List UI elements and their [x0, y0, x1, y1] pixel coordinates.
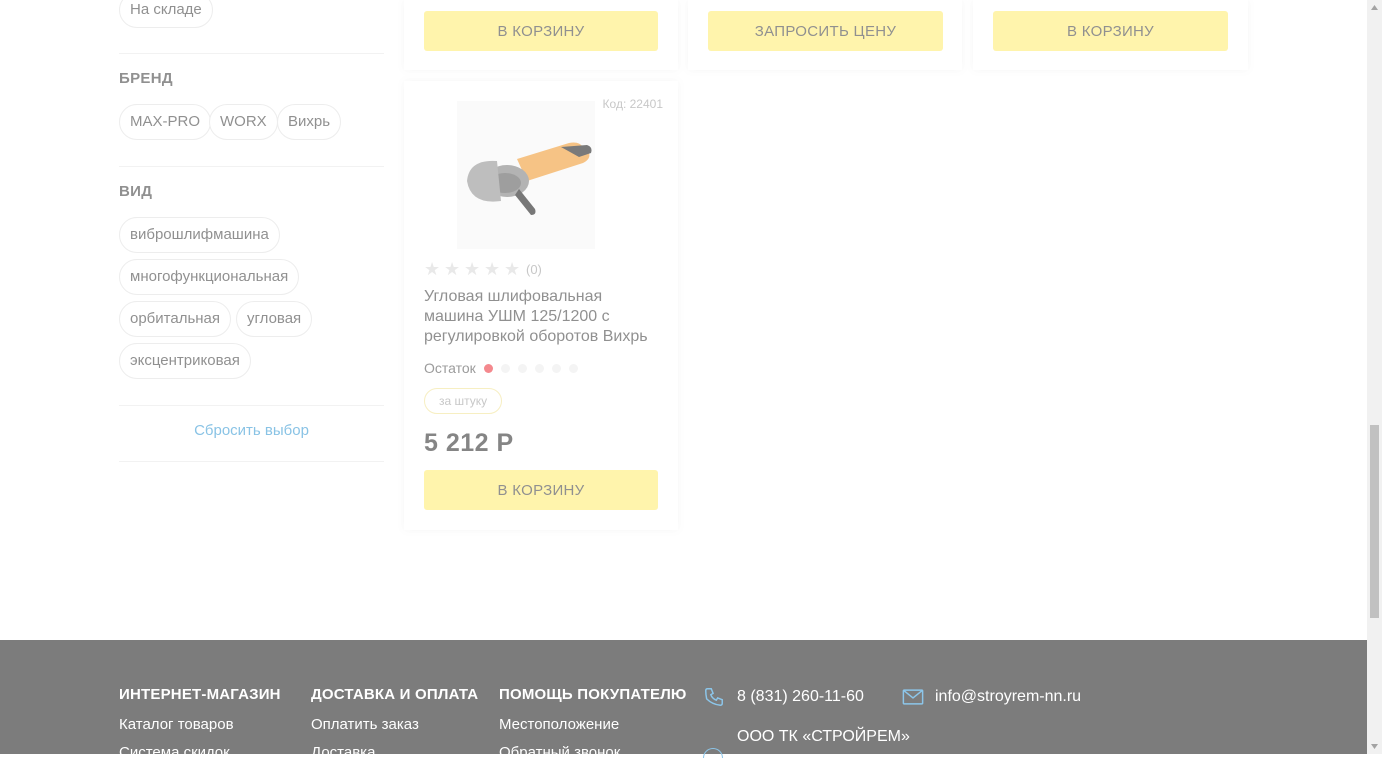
footer-link-catalog[interactable]: Каталог товаров: [119, 716, 234, 733]
product-card: В КОРЗИНУ: [973, 0, 1248, 70]
add-to-cart-button[interactable]: В КОРЗИНУ: [993, 11, 1228, 51]
filter-chip-type[interactable]: эксцентриковая: [119, 343, 251, 379]
site-footer: ИНТЕРНЕТ-МАГАЗИН Каталог товаров Система…: [0, 640, 1367, 761]
phone-icon: [703, 686, 725, 708]
divider: [119, 166, 384, 167]
stock-dot: [551, 363, 561, 373]
scrollbar-thumb[interactable]: [1370, 425, 1379, 618]
filter-chip-in-stock[interactable]: На складе: [119, 0, 213, 28]
request-price-button[interactable]: ЗАПРОСИТЬ ЦЕНУ: [708, 11, 943, 51]
footer-heading-shop: ИНТЕРНЕТ-МАГАЗИН: [119, 686, 281, 703]
rating-stars: ★ ★ ★ ★ ★ (0): [424, 259, 542, 279]
mail-icon: [902, 688, 924, 706]
filter-chip-type[interactable]: многофункциональная: [119, 259, 300, 295]
stock-dot: [517, 363, 527, 373]
product-title-link[interactable]: Угловая шлифовальная машина УШМ 125/1200…: [424, 287, 662, 347]
divider: [119, 53, 384, 54]
filter-chip-brand[interactable]: Вихрь: [277, 104, 342, 140]
filter-chip-brand[interactable]: MAX-PRO: [119, 104, 212, 140]
filter-section-title-brand: БРЕНД: [119, 70, 173, 87]
product-code: Код: 22401: [602, 97, 663, 111]
footer-link-callback[interactable]: Обратный звонок: [499, 744, 620, 761]
product-card: Код: 22401 ★ ★ ★ ★ ★ (0) Угловая шлифова…: [404, 81, 678, 530]
stock-dot: [483, 363, 493, 373]
footer-link-delivery[interactable]: Доставка: [311, 744, 375, 761]
footer-link-pay-order[interactable]: Оплатить заказ: [311, 716, 419, 733]
footer-link-location[interactable]: Местоположение: [499, 716, 619, 733]
stock-label: Остаток: [424, 360, 476, 376]
footer-heading-delivery: ДОСТАВКА И ОПЛАТА: [311, 686, 479, 703]
rating-count: (0): [526, 261, 542, 277]
stock-dot: [500, 363, 510, 373]
filter-chip-type[interactable]: угловая: [236, 301, 313, 337]
product-price: 5 212 Р: [424, 429, 514, 457]
star-icon: ★: [504, 259, 521, 279]
stock-dot: [568, 363, 578, 373]
filter-section-title-type: ВИД: [119, 183, 153, 200]
star-icon: ★: [444, 259, 461, 279]
unit-badge: за штуку: [424, 388, 503, 414]
filter-chip-brand[interactable]: WORX: [209, 104, 278, 140]
footer-link-discounts[interactable]: Система скидок: [119, 744, 230, 761]
add-to-cart-button[interactable]: В КОРЗИНУ: [424, 470, 658, 510]
reset-filter-link[interactable]: Сбросить выбор: [119, 422, 384, 439]
angle-grinder-image[interactable]: [457, 101, 595, 249]
footer-heading-help: ПОМОЩЬ ПОКУПАТЕЛЮ: [499, 686, 687, 703]
filter-chip-type[interactable]: виброшлифмашина: [119, 217, 280, 253]
divider: [119, 405, 384, 406]
location-icon: [703, 748, 723, 758]
footer-phone[interactable]: 8 (831) 260-11-60: [737, 688, 864, 706]
product-card: В КОРЗИНУ: [404, 0, 678, 70]
filter-chip-type[interactable]: орбитальная: [119, 301, 232, 337]
footer-company: ООО ТК «СТРОЙРЕМ»: [737, 728, 910, 745]
page-scrollbar[interactable]: [1367, 0, 1382, 754]
footer-email[interactable]: info@stroyrem-nn.ru: [935, 688, 1081, 706]
star-icon: ★: [464, 259, 481, 279]
stock-dot: [534, 363, 544, 373]
divider: [119, 461, 384, 462]
product-card: ЗАПРОСИТЬ ЦЕНУ: [688, 0, 962, 70]
star-icon: ★: [424, 259, 441, 279]
star-icon: ★: [484, 259, 501, 279]
scroll-up-arrow-icon[interactable]: [1370, 3, 1379, 13]
stock-indicator: Остаток: [424, 360, 586, 376]
stock-dots: [483, 363, 586, 373]
scroll-down-arrow-icon[interactable]: [1370, 741, 1379, 751]
add-to-cart-button[interactable]: В КОРЗИНУ: [424, 11, 658, 51]
